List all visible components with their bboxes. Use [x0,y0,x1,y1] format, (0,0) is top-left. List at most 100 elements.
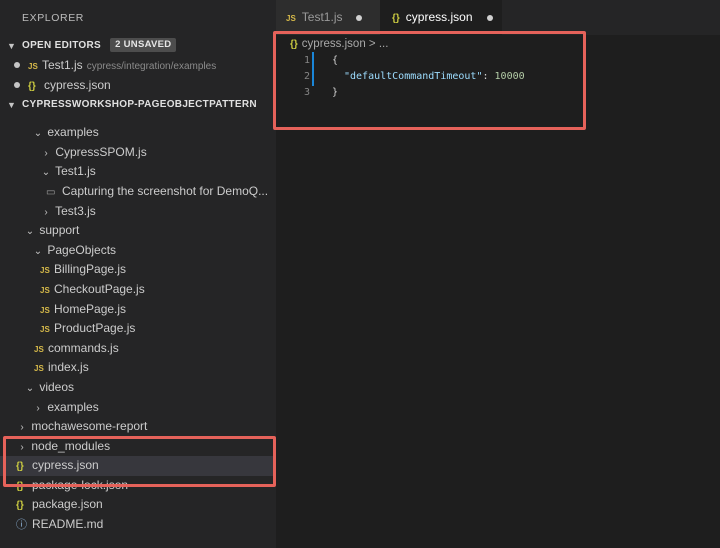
tab-label: Test1.js [301,10,343,24]
chevron-down-icon: ⌄ [33,245,43,257]
tree-folder-support[interactable]: ⌄ support [0,221,276,241]
tree-item-label: Capturing the screenshot for DemoQ... [62,183,269,198]
tree-item-label: ProductPage.js [54,321,136,336]
tree-file-homepage[interactable]: JS HomePage.js [0,300,276,320]
tree-item-label: node_modules [31,438,111,453]
tree-file-readme[interactable]: ⓘ README.md [0,515,276,535]
image-file-icon: ▭ [46,186,56,198]
tree-item-label: examples [47,399,99,414]
modified-line-gutter [312,52,314,86]
tree-item-label: cypress.json [32,458,99,473]
code-line-3: } [332,87,339,98]
line-number: 1 [303,55,310,66]
unsaved-dot-icon[interactable] [486,14,493,21]
chevron-right-icon: › [36,402,40,414]
tree-file-index[interactable]: JS index.js [0,358,276,378]
workspace-label: CYPRESSWORKSHOP-PAGEOBJECTPATTERN [22,99,257,111]
unsaved-dot-icon[interactable] [356,14,363,21]
workspace-header[interactable]: ▼ CYPRESSWORKSHOP-PAGEOBJECTPATTERN [0,95,276,115]
code-editor[interactable]: {} cypress.json > ... 1 2 3 { "defaultCom… [276,35,720,548]
code-line-1: { [332,55,339,66]
tree-file-cypress-json[interactable]: {} cypress.json [0,456,276,476]
js-file-icon: JS [34,364,44,374]
open-editors-label: OPEN EDITORS [22,40,101,51]
chevron-down-icon: ⌄ [33,128,43,140]
chevron-right-icon: › [44,147,48,159]
tree-file-screenshot[interactable]: ▭ Capturing the screenshot for DemoQ... [0,182,276,202]
chevron-right-icon: › [44,206,48,218]
tree-file-commands[interactable]: JS commands.js [0,339,276,359]
json-value: 10000 [494,71,525,82]
tree-item-label: package.json [32,497,103,512]
tree-folder-videos[interactable]: ⌄ videos [0,378,276,398]
js-file-icon: JS [286,14,296,23]
tree-item-label: README.md [32,517,104,532]
tree-file-package-json[interactable]: {} package.json [0,495,276,515]
tree-item-label: Test3.js [55,203,96,218]
open-editor-item-test1[interactable]: JS Test1.js cypress/integration/examples [0,56,276,76]
chevron-down-icon: ▼ [7,100,17,111]
tree-folder-test3[interactable]: › Test3.js [0,202,276,222]
open-editor-description: cypress/integration/examples [86,61,217,72]
js-file-icon: JS [28,62,38,71]
tree-folder-node-modules[interactable]: › node_modules [0,437,276,457]
js-file-icon: JS [40,285,50,295]
chevron-down-icon: ⌄ [25,382,35,394]
chevron-down-icon: ⌄ [25,226,35,238]
tree-folder-pageobjects[interactable]: ⌄ PageObjects [0,241,276,261]
js-file-icon: JS [40,325,50,335]
tree-item-label: package-lock.json [32,477,129,492]
code-line-2: "defaultCommandTimeout": 10000 [344,71,525,82]
chevron-down-icon: ⌄ [41,167,51,179]
breadcrumb[interactable]: {} cypress.json > ... [290,38,388,50]
tree-file-billingpage[interactable]: JS BillingPage.js [0,260,276,280]
tab-test1-js[interactable]: JS Test1.js [276,0,380,35]
tree-folder-mochawesome[interactable]: › mochawesome-report [0,417,276,437]
tab-cypress-json[interactable]: {} cypress.json [380,0,502,35]
tree-item-label: CheckoutPage.js [54,281,145,296]
tree-file-cypressspom[interactable]: › CypressSPOM.js [0,143,276,163]
chevron-right-icon: › [20,441,24,453]
tree-folder-test1[interactable]: ⌄ Test1.js [0,162,276,182]
json-file-icon: {} [392,13,400,24]
tree-item-label: CypressSPOM.js [55,144,147,159]
tree-folder-videos-examples[interactable]: › examples [0,398,276,418]
tree-item-label: videos [39,379,75,394]
json-file-icon: {} [16,461,24,473]
breadcrumb-file[interactable]: cypress.json [302,38,366,50]
tree-file-productpage[interactable]: JS ProductPage.js [0,319,276,339]
tree-file-package-lock[interactable]: {} package-lock.json [0,476,276,496]
info-file-icon: ⓘ [16,519,27,532]
tree-item-label: index.js [48,360,89,375]
explorer-title: EXPLORER [22,12,84,24]
chevron-right-icon: › [20,422,24,434]
tree-item-label: support [39,223,80,238]
tree-item-label: BillingPage.js [54,262,127,277]
json-separator: : [482,71,495,82]
json-file-icon: {} [28,80,36,92]
editor-tab-bar: JS Test1.js {} cypress.json [276,0,720,35]
tree-file-checkoutpage[interactable]: JS CheckoutPage.js [0,280,276,300]
tree-item-label: mochawesome-report [31,419,148,434]
open-editor-label: Test1.js [42,58,83,72]
js-file-icon: JS [40,266,50,276]
explorer-sidebar: EXPLORER ▼ OPEN EDITORS 2 UNSAVED JS Test… [0,0,276,548]
json-file-icon: {} [16,480,24,492]
open-editor-label: cypress.json [44,77,111,92]
tree-item-label: Test1.js [55,164,96,179]
tree-item-label: commands.js [48,340,119,355]
tree-item-label: HomePage.js [54,301,127,316]
unsaved-badge: 2 UNSAVED [110,38,177,53]
line-number: 2 [303,71,310,82]
open-editor-item-cypress-json[interactable]: {} cypress.json [0,76,276,96]
js-file-icon: JS [40,305,50,315]
tree-item-label: PageObjects [47,242,117,257]
unsaved-dot-icon [14,62,20,69]
breadcrumb-more[interactable]: > ... [369,38,389,50]
unsaved-dot-icon [14,81,20,88]
open-editors-header[interactable]: ▼ OPEN EDITORS 2 UNSAVED [0,36,276,56]
tree-item-label: examples [47,125,99,140]
tree-folder-examples[interactable]: ⌄ examples [0,123,276,143]
line-number: 3 [303,87,310,98]
chevron-down-icon: ▼ [7,41,17,51]
